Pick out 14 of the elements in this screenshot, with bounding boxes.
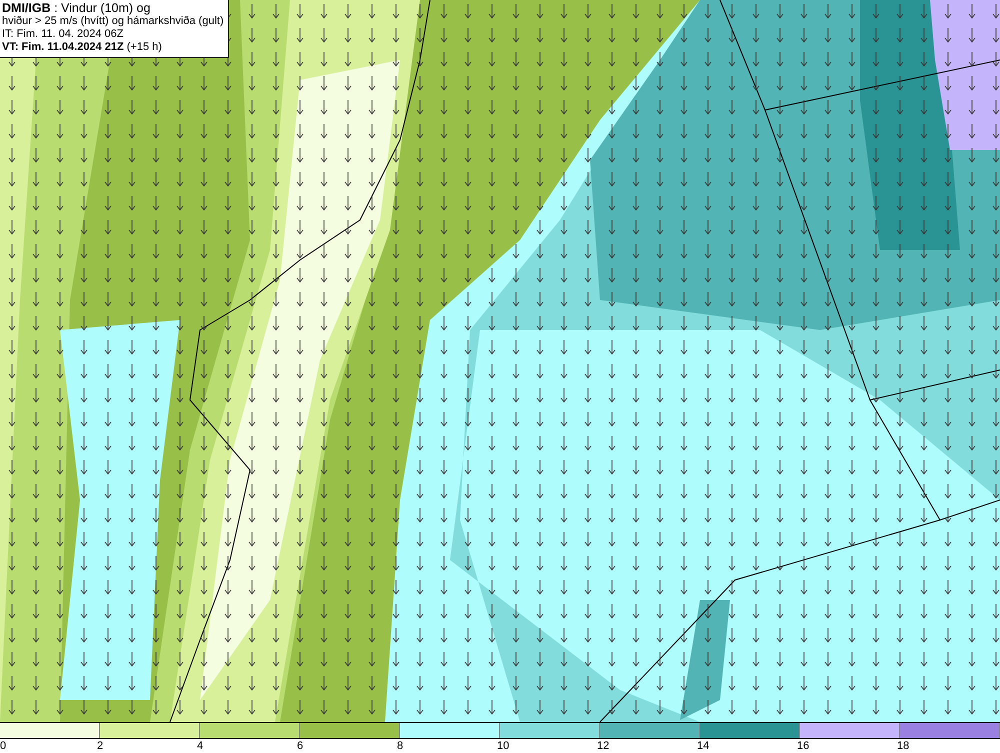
legend-text: VT: Fim. 11.04.2024 21Z (+15 h) — [2, 41, 163, 54]
scale-label: 4 — [197, 739, 204, 753]
scale-label: 10 — [497, 739, 510, 753]
legend-text: DMI/IGB : Vindur (10m) og — [2, 2, 152, 15]
scale-label: 16 — [797, 739, 810, 753]
legend-text: hviður > 25 m/s (hvítt) og hámarkshviða (gult) — [2, 15, 224, 28]
legend-text: IT: Fim. 11. 04. 2024 06Z — [2, 28, 124, 41]
scale-label: 8 — [397, 739, 404, 753]
scale-label: 12 — [597, 739, 610, 753]
scale-label: 6 — [297, 739, 304, 753]
scale-label: 14 — [697, 739, 710, 753]
scale-label: 18 — [897, 739, 910, 753]
scale-label: 2 — [97, 739, 104, 753]
scale-label: 0 — [0, 739, 6, 753]
